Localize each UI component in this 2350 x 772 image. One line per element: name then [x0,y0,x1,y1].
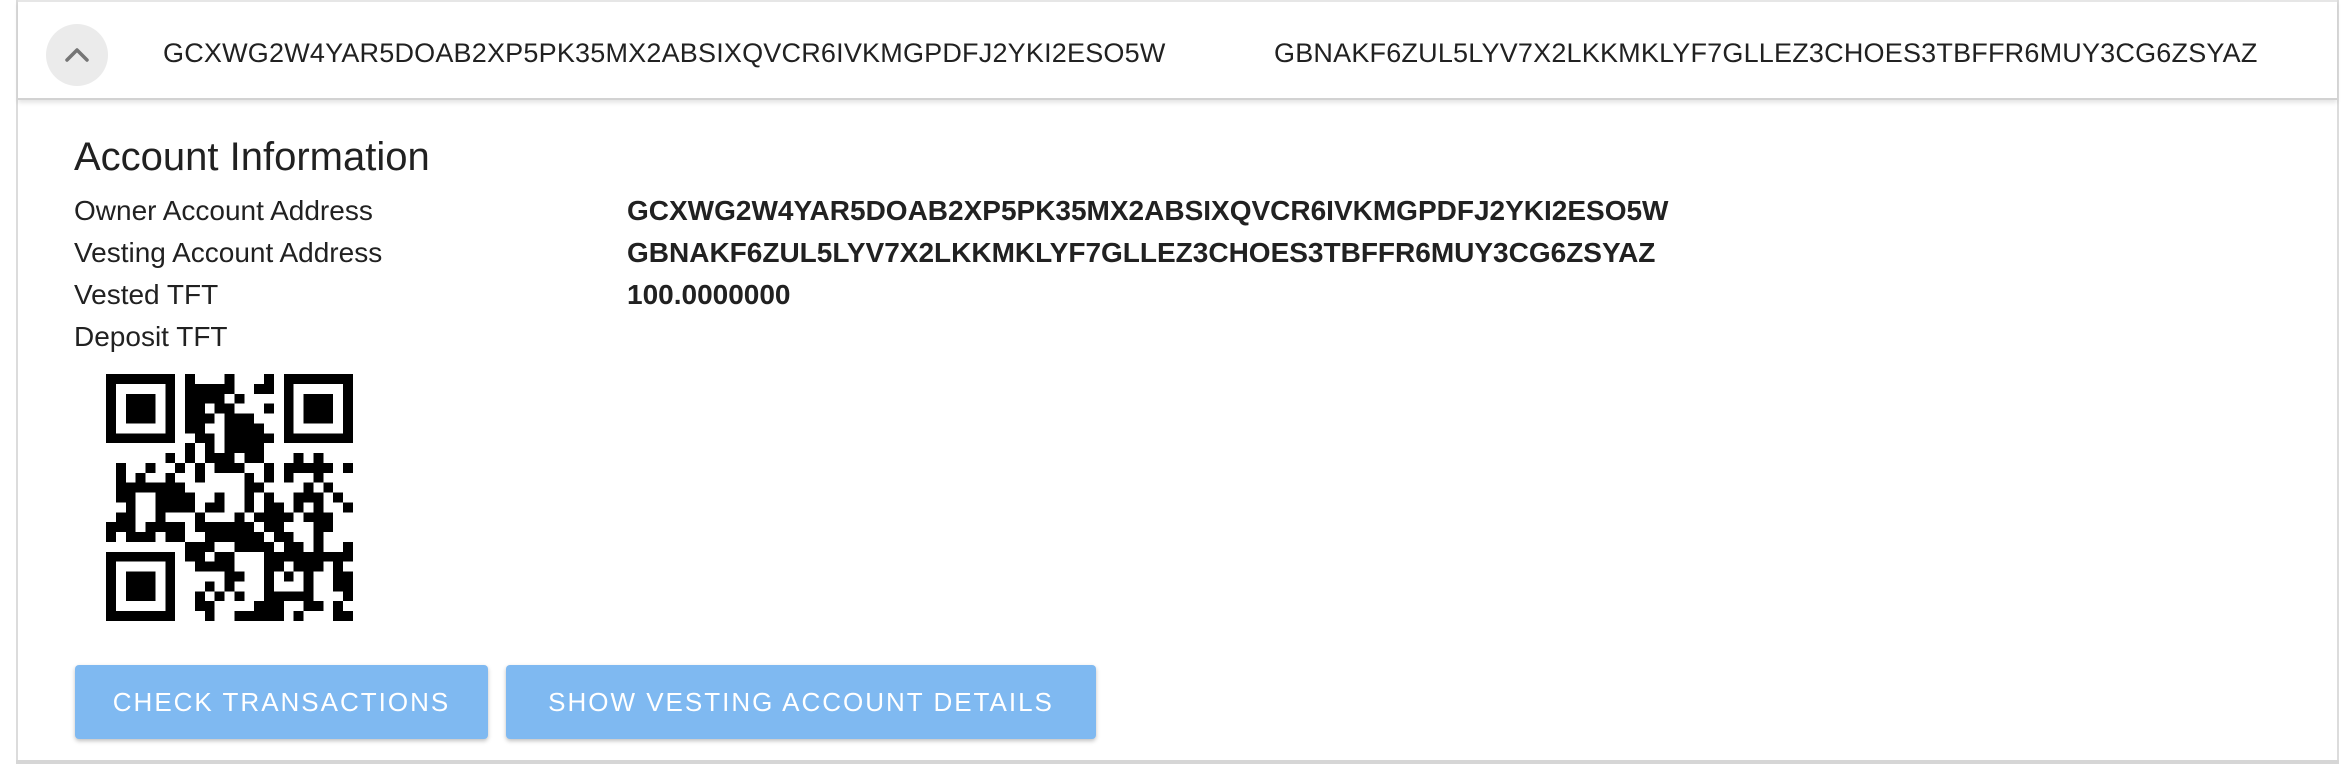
owner-address-value: GCXWG2W4YAR5DOAB2XP5PK35MX2ABSIXQVCR6IVK… [627,195,1669,226]
panel-header[interactable]: GCXWG2W4YAR5DOAB2XP5PK35MX2ABSIXQVCR6IVK… [18,0,2337,100]
owner-address-label: Owner Account Address [74,195,373,226]
check-transactions-button[interactable]: CHECK TRANSACTIONS [75,665,488,739]
qr-code-icon [106,374,353,621]
vesting-account-panel: GCXWG2W4YAR5DOAB2XP5PK35MX2ABSIXQVCR6IVK… [16,0,2339,762]
chevron-up-icon [65,48,89,62]
deposit-tft-label: Deposit TFT [74,321,228,352]
vesting-address-label: Vesting Account Address [74,237,383,268]
header-owner-address: GCXWG2W4YAR5DOAB2XP5PK35MX2ABSIXQVCR6IVK… [163,38,1166,68]
vested-tft-value: 100.0000000 [627,279,791,310]
vested-tft-label: Vested TFT [74,279,219,310]
header-vesting-address: GBNAKF6ZUL5LYV7X2LKKMKLYF7GLLEZ3CHOES3TB… [1274,38,2258,68]
panel-bottom-edge [16,760,2339,764]
collapse-toggle-button[interactable] [46,24,108,86]
section-title: Account Information [74,135,430,179]
show-vesting-account-details-button[interactable]: SHOW VESTING ACCOUNT DETAILS [506,665,1096,739]
vesting-address-value: GBNAKF6ZUL5LYV7X2LKKMKLYF7GLLEZ3CHOES3TB… [627,237,1656,268]
